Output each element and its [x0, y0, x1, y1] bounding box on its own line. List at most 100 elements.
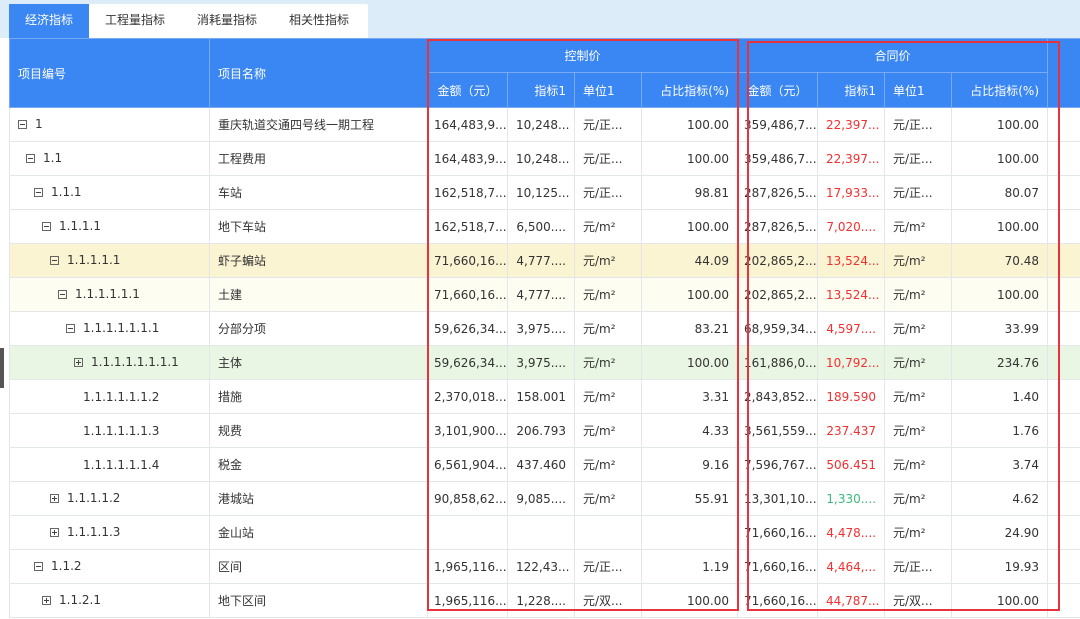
- table-row[interactable]: 1.1.1.1.1.1.3 规费 3,101,900.... 206.793 元…: [9, 413, 1080, 448]
- table-row[interactable]: 1.1.2 区间 1,965,116.... 122,43... 元/正... …: [9, 549, 1080, 584]
- cell-contract-unit: 元/m²: [884, 481, 953, 516]
- cell-code: 1.1: [9, 141, 210, 176]
- header-control-price: 控制价: [426, 38, 739, 73]
- row-code: 1.1.1.1.1.1: [75, 287, 140, 302]
- table-row[interactable]: 1.1.1.1.1.1.2 措施 2,370,018.... 158.001 元…: [9, 379, 1080, 414]
- cell-control-amount: 59,626,34...: [427, 345, 508, 380]
- table-row[interactable]: 1.1.1.1.1.1.1.1 主体 59,626,34... 3,975...…: [9, 345, 1080, 380]
- cell-contract-amount: 68,959,34...: [737, 311, 819, 346]
- tab-economic-indicators[interactable]: 经济指标: [9, 4, 90, 38]
- table-row[interactable]: 1.1.1.1.2 港城站 90,858,62... 9,085.... 元/m…: [9, 481, 1080, 516]
- cell-control-index: [507, 515, 575, 550]
- collapse-icon[interactable]: [34, 187, 43, 197]
- cell-control-percent: 98.81: [640, 175, 738, 210]
- cell-contract-unit: 元/m²: [884, 345, 953, 380]
- cell-contract-index: 17,933...: [817, 175, 886, 210]
- expand-icon[interactable]: [42, 595, 51, 605]
- cell-contract-unit: 元/m²: [884, 243, 953, 278]
- cell-control-index: 122,43...: [507, 549, 575, 584]
- side-resize-handle[interactable]: [0, 348, 4, 388]
- table-row[interactable]: 1.1.1.1.1.1 土建 71,660,16... 4,777.... 元/…: [9, 277, 1080, 312]
- cell-contract-percent: 100.00: [951, 209, 1049, 244]
- cell-control-amount: 71,660,16...: [427, 243, 508, 278]
- cell-contract-amount: 161,886,0...: [737, 345, 819, 380]
- cell-control-unit: 元/m²: [574, 379, 642, 414]
- cell-control-index: 206.793: [507, 413, 575, 448]
- header-control-amount[interactable]: 金额（元）: [427, 72, 508, 108]
- cell-control-percent: 1.19: [640, 549, 738, 584]
- expand-icon[interactable]: [50, 493, 59, 503]
- cell-control-unit: 元/m²: [574, 413, 642, 448]
- cell-control-unit: 元/正...: [574, 107, 642, 142]
- collapse-icon[interactable]: [66, 323, 75, 333]
- table-row[interactable]: 1 重庆轨道交通四号线一期工程 164,483,9... 10,248... 元…: [9, 107, 1080, 142]
- cell-control-amount: 1,965,116....: [427, 583, 508, 618]
- collapse-icon[interactable]: [50, 255, 59, 265]
- cell-control-percent: 100.00: [640, 583, 738, 618]
- header-name[interactable]: 项目名称: [209, 38, 428, 108]
- cell-contract-index: 22,397...: [817, 141, 886, 176]
- cell-control-percent: 55.91: [640, 481, 738, 516]
- cell-contract-percent: 100.00: [951, 277, 1049, 312]
- header-contract-unit[interactable]: 单位1: [884, 72, 953, 108]
- cell-filler: [1047, 277, 1080, 312]
- cell-name: 主体: [209, 345, 428, 380]
- table-row[interactable]: 1.1.1.1.1 虾子蝙站 71,660,16... 4,777.... 元/…: [9, 243, 1080, 278]
- cell-contract-percent: 80.07: [951, 175, 1049, 210]
- cell-control-percent: 100.00: [640, 141, 738, 176]
- collapse-icon[interactable]: [18, 119, 27, 129]
- cell-name: 税金: [209, 447, 428, 482]
- header-code[interactable]: 项目编号: [9, 38, 210, 108]
- expand-icon[interactable]: [50, 527, 59, 537]
- cell-control-percent: 100.00: [640, 345, 738, 380]
- cell-filler: [1047, 345, 1080, 380]
- table-row[interactable]: 1.1.2.1 地下区间 1,965,116.... 1,228.... 元/双…: [9, 583, 1080, 618]
- table-row[interactable]: 1.1.1.1.1.1.4 税金 6,561,904.... 437.460 元…: [9, 447, 1080, 482]
- collapse-icon[interactable]: [34, 561, 43, 571]
- table-row[interactable]: 1.1.1.1 地下车站 162,518,7... 6,500.... 元/m²…: [9, 209, 1080, 244]
- header-contract-index[interactable]: 指标1: [817, 72, 886, 108]
- header-control-index[interactable]: 指标1: [507, 72, 575, 108]
- cell-control-percent: 9.16: [640, 447, 738, 482]
- expand-icon[interactable]: [74, 357, 83, 367]
- cell-control-unit: 元/正...: [574, 141, 642, 176]
- header-control-percent[interactable]: 占比指标(%): [640, 72, 739, 108]
- tab-quantity-indicators[interactable]: 工程量指标: [89, 4, 181, 38]
- collapse-icon[interactable]: [42, 221, 51, 231]
- cell-control-index: 10,248...: [507, 141, 575, 176]
- cell-code: 1.1.1.1.2: [9, 481, 210, 516]
- cell-name: 措施: [209, 379, 428, 414]
- cell-control-percent: 100.00: [640, 209, 738, 244]
- table-row[interactable]: 1.1.1.1.3 金山站 71,660,16... 4,478.... 元/m…: [9, 515, 1080, 550]
- cell-contract-amount: 13,301,10...: [737, 481, 819, 516]
- collapse-icon[interactable]: [26, 153, 35, 163]
- table-row[interactable]: 1.1.1 车站 162,518,7... 10,125... 元/正... 9…: [9, 175, 1080, 210]
- header-control-unit[interactable]: 单位1: [574, 72, 642, 108]
- row-code: 1.1.1.1.1: [67, 253, 121, 268]
- row-code: 1.1.1: [51, 185, 82, 200]
- tab-correlation-indicators[interactable]: 相关性指标: [273, 4, 365, 38]
- collapse-icon[interactable]: [58, 289, 67, 299]
- cell-contract-amount: 71,660,16...: [737, 515, 819, 550]
- table-row[interactable]: 1.1.1.1.1.1.1 分部分项 59,626,34... 3,975...…: [9, 311, 1080, 346]
- cell-code: 1.1.2.1: [9, 583, 210, 618]
- cell-contract-unit: 元/正...: [884, 107, 953, 142]
- cell-name: 区间: [209, 549, 428, 584]
- cell-control-unit: 元/m²: [574, 209, 642, 244]
- cell-code: 1.1.1.1.1.1.2: [9, 379, 210, 414]
- cell-control-index: 1,228....: [507, 583, 575, 618]
- cell-name: 地下区间: [209, 583, 428, 618]
- cell-contract-percent: 3.74: [951, 447, 1049, 482]
- header-contract-percent[interactable]: 占比指标(%): [951, 72, 1049, 108]
- header-contract-amount[interactable]: 金额（元）: [737, 72, 819, 108]
- cell-control-unit: 元/双...: [574, 583, 642, 618]
- cell-code: 1.1.1.1.1.1.3: [9, 413, 210, 448]
- cell-contract-percent: 24.90: [951, 515, 1049, 550]
- tab-consumption-indicators[interactable]: 消耗量指标: [181, 4, 273, 38]
- cell-contract-index: 13,524...: [817, 243, 886, 278]
- cell-contract-index: 237.437: [817, 413, 886, 448]
- cell-control-index: 9,085....: [507, 481, 575, 516]
- table-row[interactable]: 1.1 工程费用 164,483,9... 10,248... 元/正... 1…: [9, 141, 1080, 176]
- cell-control-percent: 4.33: [640, 413, 738, 448]
- cell-control-unit: 元/m²: [574, 243, 642, 278]
